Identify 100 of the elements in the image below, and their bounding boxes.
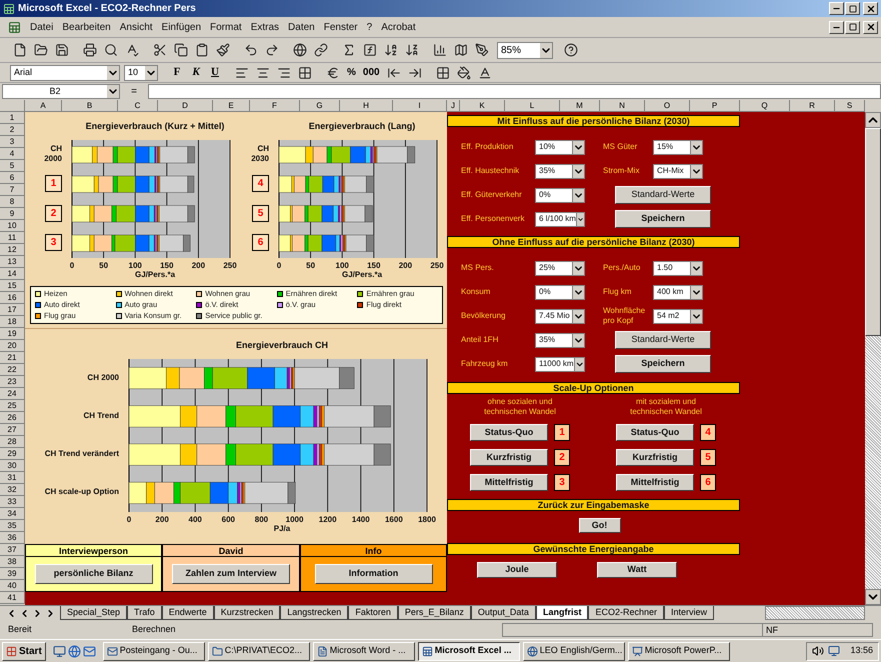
font-dropdown[interactable]: Arial <box>10 64 120 80</box>
sheet-tab[interactable]: Langstrecken <box>280 606 348 620</box>
sheet-tab[interactable]: Faktoren <box>348 606 398 620</box>
select-all-corner[interactable] <box>0 100 25 112</box>
button[interactable]: Standard-Werte <box>615 186 711 204</box>
font-size-dropdown[interactable]: 10 <box>124 64 158 80</box>
sheet-tab[interactable]: Trafo <box>127 606 162 620</box>
app-icon <box>316 646 328 656</box>
sheet-tab[interactable]: Special_Step <box>60 606 128 620</box>
button[interactable]: Watt <box>597 562 677 578</box>
close-icon <box>866 22 876 32</box>
button[interactable]: Speichern <box>615 355 711 373</box>
dropdown[interactable]: 11000 km <box>535 356 585 372</box>
tick-label: 200 <box>155 514 169 524</box>
name-box[interactable]: B2 <box>2 84 120 99</box>
taskbar-button[interactable]: Microsoft Word - ... <box>312 642 415 660</box>
dropdown[interactable]: 25% <box>535 260 585 276</box>
button[interactable]: Information <box>314 564 432 584</box>
dropdown[interactable]: 35% <box>535 164 585 178</box>
formula-field[interactable] <box>148 84 881 99</box>
dropdown[interactable]: 0% <box>535 188 585 202</box>
monitor-icon[interactable] <box>828 645 840 657</box>
dropdown[interactable]: CH-Mix <box>653 164 703 178</box>
field-label: Strom-Mix <box>603 166 640 176</box>
button[interactable]: Standard-Werte <box>615 331 711 349</box>
speaker-icon[interactable] <box>812 645 824 657</box>
menu-item[interactable]: Bearbeiten <box>58 20 115 34</box>
group-caption: mit sozialem und technischen Wandel <box>629 397 703 417</box>
dropdown[interactable]: 6 l/100 km <box>535 212 585 226</box>
taskbar-button[interactable]: C:\PRIVAT\ECO2... <box>208 642 310 660</box>
tick-label: 50 <box>306 260 316 270</box>
dropdown[interactable]: 54 m2 <box>653 308 703 324</box>
menu-item[interactable]: Datei <box>26 20 58 34</box>
start-button[interactable]: Start <box>2 642 46 660</box>
dropdown[interactable]: 1.50 <box>653 260 703 276</box>
taskbar-button[interactable]: LEO English/Germ... <box>522 642 625 660</box>
sheet-tab[interactable]: Pers_E_Bilanz <box>398 606 471 620</box>
menu-item[interactable]: Daten <box>284 20 319 34</box>
dropdown[interactable]: 10% <box>535 140 585 154</box>
menu-item[interactable]: Acrobat <box>377 20 420 34</box>
caret-icon <box>572 334 584 346</box>
dropdown[interactable]: 0% <box>535 284 585 300</box>
button[interactable]: Status-Quo <box>470 424 548 441</box>
tick-label: 1400 <box>352 514 370 524</box>
taskbar-button[interactable]: Microsoft Excel ... <box>418 642 520 660</box>
menu-item[interactable]: Format <box>206 20 246 34</box>
button[interactable]: Status-Quo <box>616 424 694 441</box>
button[interactable]: Zahlen zum Interview <box>172 564 290 584</box>
desktop-icon[interactable] <box>52 644 66 658</box>
sheet-tab[interactable]: Kurzstrecken <box>214 606 280 620</box>
button[interactable]: Kurzfristig <box>616 449 694 466</box>
caret-icon <box>690 140 702 154</box>
mail-icon[interactable] <box>82 644 96 658</box>
menu-item[interactable]: Ansicht <box>116 20 157 34</box>
close-button[interactable] <box>863 20 878 34</box>
maximize-button[interactable] <box>845 20 860 34</box>
format-button[interactable]: K <box>187 64 205 82</box>
button[interactable]: Mittelfristig <box>616 474 694 491</box>
button[interactable]: Mittelfristig <box>470 474 548 491</box>
button[interactable]: Go! <box>578 518 620 533</box>
button[interactable]: Speichern <box>615 210 711 228</box>
field-label: Flug km <box>603 287 632 297</box>
sheet-tab[interactable]: Endwerte <box>162 606 214 620</box>
scroll-up-icon[interactable] <box>865 112 881 128</box>
format-button[interactable]: U <box>206 64 224 82</box>
sheet-tab[interactable]: Langfrist <box>536 606 588 620</box>
category-label: CH scale-up Option <box>44 487 119 498</box>
taskbar-button[interactable]: Microsoft PowerP... <box>628 642 730 660</box>
format-button[interactable]: F <box>168 64 186 82</box>
dropdown[interactable]: 7.45 Mio <box>535 308 585 324</box>
minimize-button[interactable] <box>829 2 844 15</box>
maximize-button[interactable] <box>845 2 860 15</box>
number-format-button[interactable]: 000 <box>360 64 383 82</box>
tick-label: 250 <box>430 260 444 270</box>
button[interactable]: Kurzfristig <box>470 449 548 466</box>
tick-label: 400 <box>188 514 202 524</box>
dropdown[interactable]: 400 km <box>653 284 703 300</box>
menu-item[interactable]: Einfügen <box>158 20 206 34</box>
menu-item[interactable]: Fenster <box>320 20 362 34</box>
scroll-down-icon[interactable] <box>865 589 881 605</box>
number-format-button[interactable]: % <box>344 64 359 82</box>
minimize-button[interactable] <box>829 20 844 34</box>
button[interactable]: Joule <box>477 562 557 578</box>
sheet-tab[interactable]: Interview <box>664 606 714 620</box>
document-icon[interactable] <box>8 20 21 34</box>
menu-item[interactable]: Extras <box>246 20 284 34</box>
sheet-tab[interactable]: Output_Data <box>470 606 536 620</box>
section-header: Mit Einfluss auf die persönliche Bilanz (2030) <box>447 115 740 127</box>
menu-item[interactable]: ? <box>362 20 376 34</box>
horizontal-scrollbar[interactable] <box>765 606 865 620</box>
dropdown[interactable]: 15% <box>653 140 703 154</box>
button[interactable]: persönliche Bilanz <box>34 564 152 584</box>
sheet-tab[interactable]: ECO2-Rechner <box>588 606 664 620</box>
tick-label: 200 <box>398 260 412 270</box>
close-button[interactable] <box>863 2 878 15</box>
dropdown[interactable]: 35% <box>535 332 585 348</box>
scroll-thumb[interactable] <box>865 128 881 336</box>
app-icon <box>106 646 118 656</box>
zoom-dropdown[interactable]: 85% <box>497 42 553 58</box>
taskbar-button[interactable]: Posteingang - Ou... <box>102 642 205 660</box>
